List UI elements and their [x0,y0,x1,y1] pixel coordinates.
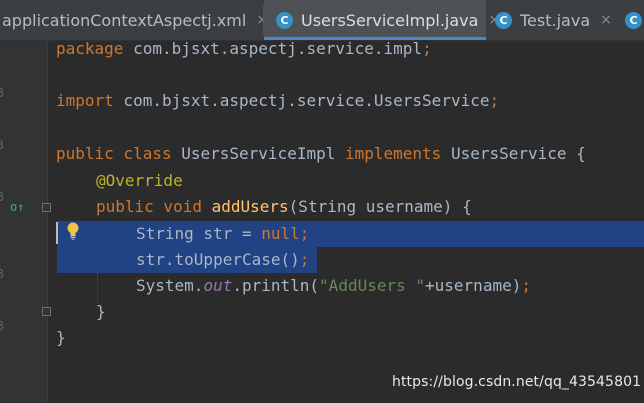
tab-overflow[interactable]: C [615,0,644,40]
code-text: +username) [425,276,522,295]
closing-brace: } [96,302,106,321]
semicolon: ; [422,39,432,58]
line-number: 3 [0,267,4,281]
tab-application-context-xml[interactable]: applicationContextAspectj.xml × [0,0,268,40]
code-line-annotation[interactable]: @Override [96,168,183,194]
semicolon: ; [299,224,310,243]
code-line-class-declaration[interactable]: public class UsersServiceImpl implements… [56,141,586,167]
editor-gutter: 3 3 3 3 3 [0,41,48,403]
text-caret [56,222,58,244]
fold-marker-icon[interactable] [42,203,51,212]
tab-users-service-impl[interactable]: C UsersServiceImpl.java × [264,0,500,40]
code-text: UsersService { [441,144,586,163]
line-number: 3 [0,86,4,100]
code-line-package[interactable]: package com.bjsxt.aspectj.service.impl; [56,36,432,62]
closing-brace: } [56,328,66,347]
semicolon: ; [521,276,531,295]
test-class-file-icon: C [495,11,512,29]
static-field: out [203,276,233,295]
keyword: public class [56,144,172,163]
tab-test-java[interactable]: C Test.java × [487,0,615,40]
lightbulb-icon[interactable] [66,222,80,240]
semicolon: ; [489,91,500,110]
code-text: com.bjsxt.aspectj.service.UsersService [113,91,490,110]
code-text: System. [136,276,204,295]
keyword: package [56,39,124,58]
class-file-icon: C [276,11,293,29]
code-text: String str = [136,224,262,243]
tab-label: Test.java [520,10,591,30]
keyword: implements [344,144,442,163]
close-icon[interactable]: × [600,12,612,28]
override-method-icon[interactable]: o↑ [10,200,24,214]
watermark-text: https://blog.csdn.net/qq_43545801 [392,374,642,390]
line-number: 3 [0,138,4,152]
keyword: import [56,91,114,110]
line-number: 3 [0,190,4,204]
tab-label: UsersServiceImpl.java [301,10,479,30]
class-file-icon: C [625,11,642,29]
code-text: (String username) { [288,197,472,216]
code-line-import[interactable]: import com.bjsxt.aspectj.service.UsersSe… [56,88,499,114]
tab-label: applicationContextAspectj.xml [2,10,247,30]
code-text: .println( [232,276,320,295]
method-name: addUsers [211,197,289,216]
code-text: com.bjsxt.aspectj.service.impl [123,39,423,58]
keyword: null [261,224,300,243]
code-line-method-close[interactable]: } [96,299,106,325]
code-line-to-upper-case[interactable]: str.toUpperCase(); [136,247,309,273]
string-literal: "AddUsers " [319,276,426,295]
keyword: public void [96,197,202,216]
fold-marker-icon[interactable] [42,307,51,316]
annotation: @Override [96,171,183,190]
editor-tab-bar: applicationContextAspectj.xml × C UsersS… [0,0,644,41]
code-line-method-declaration[interactable]: public void addUsers(String username) { [96,194,472,220]
gutter-divider [47,41,48,403]
class-name: UsersServiceImpl [171,144,345,163]
line-number: 3 [0,319,4,333]
code-line-println[interactable]: System.out.println("AddUsers "+username)… [136,273,531,299]
code-line-string-null[interactable]: String str = null; [136,221,309,247]
semicolon: ; [299,250,310,269]
code-line-class-close[interactable]: } [56,325,66,351]
code-text: str.toUpperCase() [136,250,300,269]
